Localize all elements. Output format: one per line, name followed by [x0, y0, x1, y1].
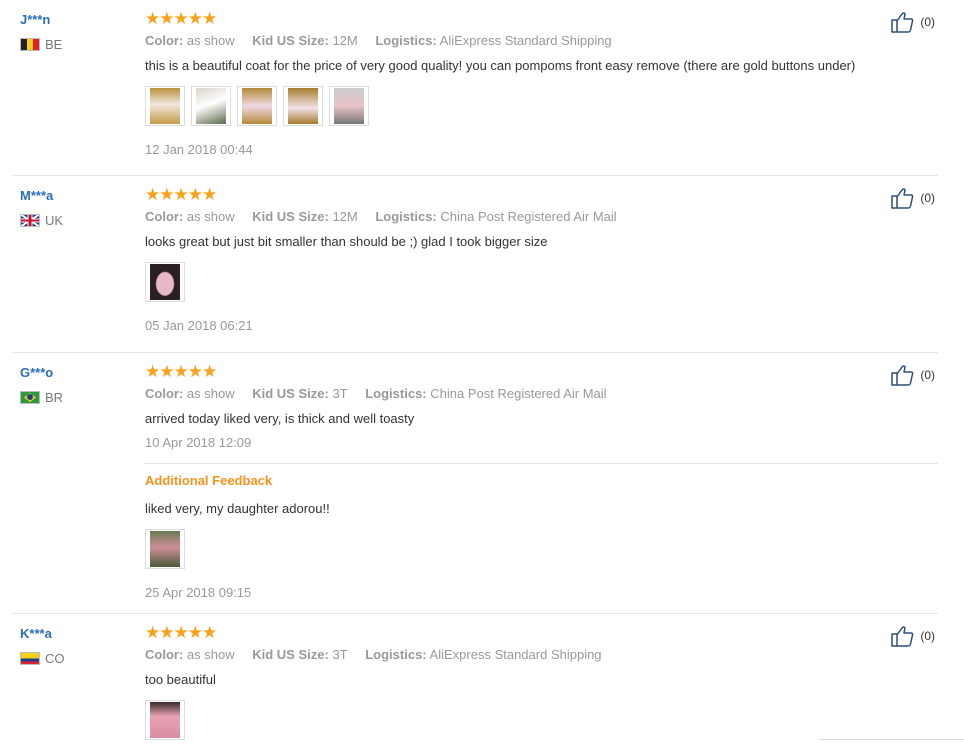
country-code: BE: [45, 37, 63, 52]
review-text: arrived today liked very, is thick and w…: [145, 411, 415, 426]
additional-feedback-title: Additional Feedback: [145, 473, 273, 488]
star-rating: ★★★★★: [145, 623, 217, 642]
like-button[interactable]: (0): [890, 625, 935, 647]
review-text: too beautiful: [145, 672, 216, 687]
review-photo[interactable]: [145, 86, 185, 126]
like-count: (0): [920, 191, 935, 205]
like-count: (0): [920, 368, 935, 382]
reviewer-country: BR: [20, 390, 63, 405]
review-date: 05 Jan 2018 06:21: [145, 318, 253, 333]
country-code: UK: [45, 213, 64, 228]
review-date: 10 Apr 2018 12:09: [145, 435, 252, 450]
logistics-value: China Post Registered Air Mail: [440, 209, 617, 224]
review-photos: [145, 86, 369, 126]
thumbs-up-icon[interactable]: [890, 364, 914, 386]
reviewer-name[interactable]: G***o: [20, 365, 53, 380]
review-item: K***a CO ★★★★★ Color: as show Kid US Siz…: [12, 614, 938, 754]
like-count: (0): [920, 15, 935, 29]
color-value: as show: [186, 386, 235, 401]
review-item: J***n BE ★★★★★ Color: as show Kid US Siz…: [12, 0, 938, 176]
review-photo[interactable]: [145, 529, 185, 569]
color-value: as show: [186, 33, 235, 48]
brazil-flag-icon: [20, 391, 40, 404]
size-value: 12M: [332, 33, 358, 48]
star-rating: ★★★★★: [145, 9, 217, 28]
additional-feedback-divider: [145, 463, 938, 464]
color-value: as show: [186, 209, 235, 224]
review-item: G***o BR ★★★★★ Color: as show Kid US Siz…: [12, 353, 938, 614]
review-photo[interactable]: [237, 86, 277, 126]
size-value: 3T: [332, 386, 348, 401]
order-attributes: Color: as show Kid US Size: 3T Logistics…: [145, 647, 602, 662]
additional-feedback-date: 25 Apr 2018 09:15: [145, 585, 252, 600]
reviewer-name[interactable]: M***a: [20, 188, 53, 203]
review-photos: [145, 262, 185, 302]
thumbs-up-icon[interactable]: [890, 187, 914, 209]
reviewer-name[interactable]: J***n: [20, 12, 50, 27]
reviewer-country: CO: [20, 651, 65, 666]
review-photo[interactable]: [191, 86, 231, 126]
country-code: CO: [45, 651, 65, 666]
review-text: this is a beautiful coat for the price o…: [145, 58, 856, 73]
reviewer-country: BE: [20, 37, 62, 52]
size-value: 12M: [332, 209, 358, 224]
review-item: M***a UK ★★★★★ Color: as show Kid US Siz…: [12, 176, 938, 353]
review-text: looks great but just bit smaller than sh…: [145, 234, 548, 249]
star-rating: ★★★★★: [145, 185, 217, 204]
colombia-flag-icon: [20, 652, 40, 665]
order-attributes: Color: as show Kid US Size: 3T Logistics…: [145, 386, 607, 401]
reviewer-country: UK: [20, 213, 63, 228]
logistics-value: China Post Registered Air Mail: [430, 386, 607, 401]
review-date: 12 Jan 2018 00:44: [145, 142, 253, 157]
review-photos: [145, 700, 185, 740]
review-photo[interactable]: [329, 86, 369, 126]
size-value: 3T: [332, 647, 348, 662]
thumbs-up-icon[interactable]: [890, 11, 914, 33]
belgium-flag-icon: [20, 38, 40, 51]
review-photo[interactable]: [145, 700, 185, 740]
like-button[interactable]: (0): [890, 11, 935, 33]
order-attributes: Color: as show Kid US Size: 12M Logistic…: [145, 209, 617, 224]
country-code: BR: [45, 390, 64, 405]
logistics-value: AliExpress Standard Shipping: [439, 33, 612, 48]
additional-photos: [145, 529, 185, 569]
color-value: as show: [186, 647, 235, 662]
additional-feedback-text: liked very, my daughter adorou!!: [145, 501, 330, 516]
reviewer-name[interactable]: K***a: [20, 626, 52, 641]
like-button[interactable]: (0): [890, 187, 935, 209]
review-photo[interactable]: [283, 86, 323, 126]
review-photo[interactable]: [145, 262, 185, 302]
like-button[interactable]: (0): [890, 364, 935, 386]
thumbs-up-icon[interactable]: [890, 625, 914, 647]
logistics-value: AliExpress Standard Shipping: [429, 647, 602, 662]
order-attributes: Color: as show Kid US Size: 12M Logistic…: [145, 33, 612, 48]
star-rating: ★★★★★: [145, 362, 217, 381]
like-count: (0): [920, 629, 935, 643]
uk-flag-icon: [20, 214, 40, 227]
